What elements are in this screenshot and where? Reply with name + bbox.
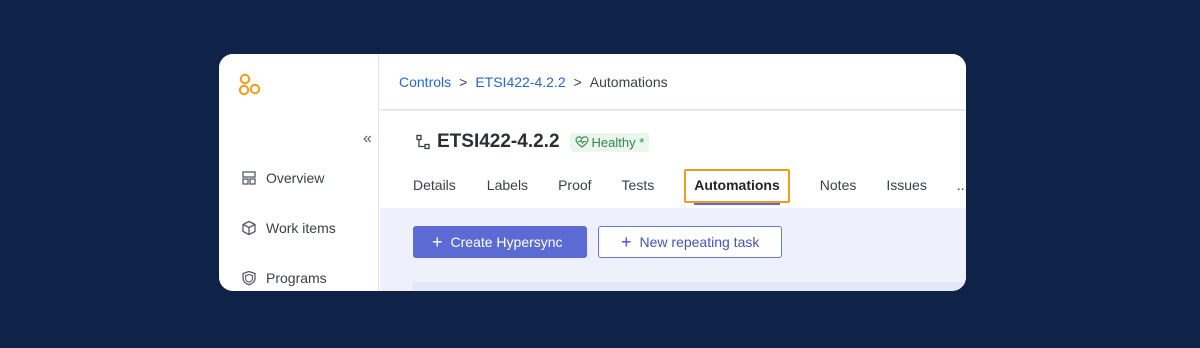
tab-highlight bbox=[684, 169, 790, 203]
automations-panel bbox=[413, 282, 966, 291]
sidebar-item-overview[interactable]: Overview bbox=[241, 170, 324, 186]
sidebar-item-programs[interactable]: Programs bbox=[241, 270, 327, 286]
status-label: Healthy * bbox=[591, 134, 645, 150]
tab-labels[interactable]: Labels bbox=[487, 171, 528, 199]
create-hypersync-label: Create Hypersync bbox=[450, 234, 563, 250]
page-title: ETSI422-4.2.2 bbox=[437, 131, 560, 152]
box-icon bbox=[242, 220, 256, 236]
sidebar-item-label: Programs bbox=[266, 270, 327, 286]
new-repeating-task-label: New repeating task bbox=[639, 234, 760, 250]
title-row: ETSI422-4.2.2 Healthy * bbox=[415, 131, 650, 153]
sidebar-item-label: Overview bbox=[266, 170, 325, 186]
tab-more[interactable]: ... bbox=[957, 171, 966, 199]
logo-icon bbox=[238, 73, 261, 96]
tab-issues[interactable]: Issues bbox=[886, 171, 926, 199]
tab-tests[interactable]: Tests bbox=[622, 171, 655, 199]
tab-automations[interactable]: Automations bbox=[684, 169, 790, 205]
tab-details[interactable]: Details bbox=[413, 171, 456, 199]
tab-notes[interactable]: Notes bbox=[820, 171, 857, 199]
breadcrumb: Controls > ETSI422-4.2.2 > Automations bbox=[380, 54, 966, 109]
collapse-sidebar-icon[interactable]: « bbox=[363, 130, 372, 148]
status-badge: Healthy * bbox=[569, 132, 650, 152]
breadcrumb-separator: > bbox=[459, 73, 468, 90]
plus-icon: + bbox=[621, 232, 632, 252]
heart-pulse-icon bbox=[574, 136, 589, 148]
control-header: ETSI422-4.2.2 Healthy * Details Labels P… bbox=[380, 111, 966, 208]
app-window: « Overview Work items Programs Controls … bbox=[219, 54, 966, 291]
layout-icon bbox=[242, 171, 256, 185]
breadcrumb-current: Automations bbox=[589, 73, 668, 90]
shield-icon bbox=[242, 270, 256, 286]
breadcrumb-controls-link[interactable]: Controls bbox=[399, 74, 451, 90]
tab-bar: Details Labels Proof Tests Automations N… bbox=[413, 169, 966, 205]
tab-proof[interactable]: Proof bbox=[558, 171, 591, 199]
create-hypersync-button[interactable]: + Create Hypersync bbox=[413, 226, 587, 258]
sidebar-item-work-items[interactable]: Work items bbox=[241, 220, 336, 236]
action-bar: + Create Hypersync + New repeating task bbox=[413, 226, 782, 258]
plus-icon: + bbox=[432, 232, 443, 252]
sidebar-item-label: Work items bbox=[266, 220, 336, 236]
main-content: Controls > ETSI422-4.2.2 > Automations E… bbox=[380, 54, 966, 291]
hierarchy-icon bbox=[416, 134, 430, 150]
sidebar: « Overview Work items Programs bbox=[219, 54, 379, 291]
breadcrumb-separator: > bbox=[573, 73, 582, 90]
new-repeating-task-button[interactable]: + New repeating task bbox=[598, 226, 782, 258]
breadcrumb-control-link[interactable]: ETSI422-4.2.2 bbox=[475, 74, 565, 90]
